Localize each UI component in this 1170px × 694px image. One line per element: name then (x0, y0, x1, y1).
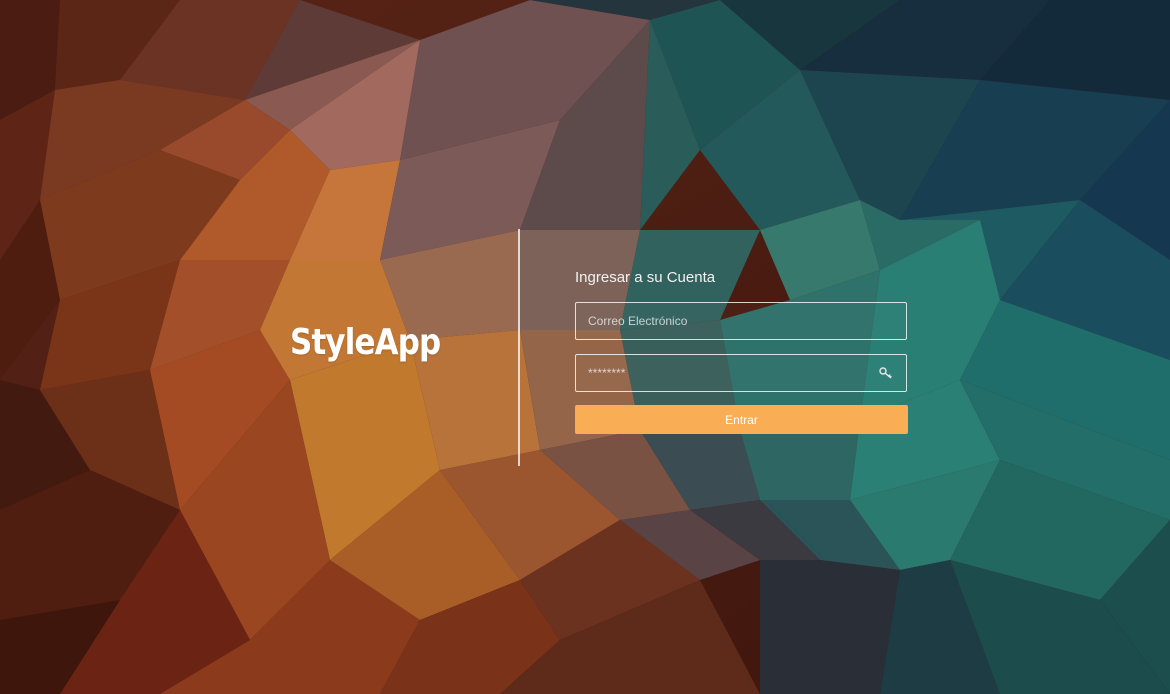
email-field-box (575, 302, 907, 340)
email-field[interactable] (576, 303, 906, 339)
low-poly-background (0, 0, 1170, 694)
login-title: Ingresar a su Cuenta (575, 269, 716, 286)
password-field-box (575, 354, 907, 392)
submit-button[interactable]: Entrar (575, 405, 908, 434)
password-field[interactable] (576, 355, 906, 391)
vertical-divider (518, 229, 520, 466)
key-icon (879, 367, 892, 379)
brand-logo-text: StyleApp (290, 322, 441, 363)
